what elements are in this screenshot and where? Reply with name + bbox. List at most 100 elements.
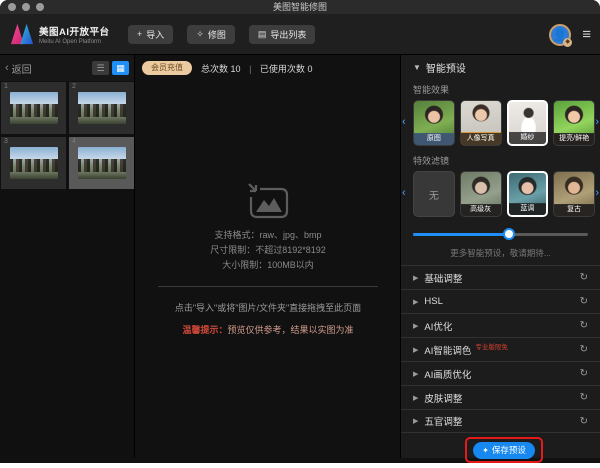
smart-presets-header[interactable]: ▼ 智能预设 — [401, 55, 600, 79]
brand-name: 美图AI开放平台 — [39, 26, 110, 38]
section-basic-adjust[interactable]: ▶ 基础调整 ↻ — [401, 265, 600, 289]
adjustment-sections: ▶ 基础调整 ↻ ▶ HSL ↻ ▶ AI优化 ↻ ▶ AI智能调色 专业版限免… — [401, 265, 600, 433]
filter-label: 复古 — [554, 204, 595, 216]
filters-label: 特效滤镜 — [413, 156, 450, 166]
screenshot-margin — [0, 463, 600, 468]
smart-effects-label: 智能效果 — [413, 85, 450, 95]
photo-thumbnail-1[interactable]: 1 — [1, 82, 66, 134]
total-count-value: 10 — [230, 63, 241, 74]
filter-retro[interactable]: 复古 — [553, 171, 596, 217]
warm-tip: 温馨提示：预览仅供参考，结果以实图为准 — [136, 323, 400, 336]
plus-icon: + — [137, 29, 143, 39]
member-recharge-button[interactable]: 会员充值 — [142, 61, 192, 75]
supported-formats-text: 支持格式：raw、jpg、bmp — [214, 230, 322, 240]
effect-brighten-vivid[interactable]: 提亮/鲜艳 — [553, 100, 596, 146]
caret-down-icon: ▼ — [413, 62, 421, 72]
retouch-button-label: 修图 — [207, 29, 226, 40]
total-count-label: 总次数 — [201, 63, 229, 74]
section-facial-features[interactable]: ▶ 五官调整 ↻ — [401, 409, 600, 433]
grid-view-button[interactable]: ▦ — [112, 61, 129, 75]
effect-portrait[interactable]: 人像写真 — [459, 100, 502, 146]
user-avatar[interactable]: 👤 ◆ — [549, 23, 573, 47]
meitu-logo-icon — [10, 23, 34, 45]
main-area: 会员充值 总次数 10 | 已使用次数 0 支持格式：raw、jpg、bmp 尺… — [136, 55, 400, 458]
effect-original[interactable]: 原图 — [413, 100, 455, 146]
more-presets-text: 更多智能预设，敬请期待... — [450, 248, 551, 258]
used-count-label: 已使用次数 — [259, 63, 305, 74]
section-label: 皮肤调整 — [424, 393, 463, 405]
window-title: 美图智能修图 — [272, 2, 327, 12]
photo-thumbnail-2[interactable]: 2 — [69, 82, 134, 134]
reset-icon[interactable]: ↻ — [580, 272, 588, 283]
reset-icon[interactable]: ↻ — [580, 344, 588, 355]
carousel-left-icon[interactable]: ‹ — [402, 187, 406, 199]
back-label: 返回 — [11, 64, 32, 76]
document-list-icon: ▤ — [257, 28, 267, 39]
caret-right-icon: ▶ — [413, 370, 419, 378]
filter-label: 蓝调 — [508, 203, 547, 215]
carousel-right-icon[interactable]: › — [595, 116, 599, 128]
annotation-highlight-box: ✦ 保存预设 — [465, 437, 543, 463]
export-list-button[interactable]: ▤ 导出列表 — [248, 24, 316, 44]
section-label: AI画质优化 — [424, 369, 472, 381]
group-photo-preview — [77, 92, 126, 124]
dropzone[interactable]: 支持格式：raw、jpg、bmp 尺寸限制：不超过8192*8192 大小限制：… — [136, 181, 400, 336]
filters-carousel: ‹ 无 高级灰 蓝调 复古 › — [401, 171, 600, 221]
used-count-value: 0 — [307, 63, 313, 74]
section-ai-optimize[interactable]: ▶ AI优化 ↻ — [401, 313, 600, 337]
group-photo-preview — [9, 147, 58, 179]
save-preset-button[interactable]: ✦ 保存预设 — [473, 441, 535, 459]
effect-label: 人像写真 — [460, 133, 501, 145]
back-button[interactable]: ‹ 返回 — [5, 61, 32, 76]
carousel-left-icon[interactable]: ‹ — [402, 116, 406, 128]
sidebar-header: ‹ 返回 ☰ ▦ — [0, 55, 134, 81]
reset-icon[interactable]: ↻ — [580, 416, 588, 427]
filter-advanced-gray[interactable]: 高级灰 — [459, 171, 502, 217]
import-button[interactable]: + 导入 — [128, 24, 174, 44]
reset-icon[interactable]: ↻ — [580, 392, 588, 403]
brand: 美图AI开放平台 Meitu AI Open Platform — [10, 22, 128, 46]
reset-icon[interactable]: ↻ — [580, 320, 588, 331]
section-ai-color-grading[interactable]: ▶ AI智能调色 专业版限免 ↻ — [401, 337, 600, 361]
caret-right-icon: ▶ — [413, 394, 419, 402]
group-photo-preview — [77, 147, 126, 179]
section-label: AI智能调色 — [424, 345, 472, 357]
view-toggles: ☰ ▦ — [92, 61, 129, 75]
photo-thumbnail-4-selected[interactable]: 4 — [69, 137, 134, 189]
smart-presets-title: 智能预设 — [425, 63, 466, 75]
star-icon: ✦ — [482, 445, 489, 455]
filter-label: 高级灰 — [460, 204, 501, 216]
retouch-button[interactable]: ✧ 修图 — [187, 24, 235, 44]
tip-label: 温馨提示： — [182, 325, 228, 335]
section-ai-quality[interactable]: ▶ AI画质优化 ↻ — [401, 361, 600, 385]
effect-wedding-selected[interactable]: 婚纱 — [506, 100, 549, 146]
pro-free-badge: 专业版限免 — [475, 343, 508, 351]
usage-bar: 会员充值 总次数 10 | 已使用次数 0 — [136, 55, 400, 81]
filter-intensity-slider[interactable] — [413, 225, 588, 243]
section-label: AI优化 — [424, 321, 453, 333]
section-label: 五官调整 — [424, 417, 463, 428]
caret-right-icon: ▶ — [413, 418, 419, 425]
section-label: 基础调整 — [424, 273, 463, 285]
usage-divider: | — [249, 63, 252, 74]
reset-icon[interactable]: ↻ — [580, 368, 588, 379]
carousel-right-icon[interactable]: › — [595, 187, 599, 199]
caret-right-icon: ▶ — [413, 298, 419, 306]
filter-none[interactable]: 无 — [413, 171, 455, 217]
dimension-limit-text: 尺寸限制：不超过8192*8192 — [210, 245, 326, 255]
filter-blue-tone-selected[interactable]: 蓝调 — [506, 171, 549, 217]
effect-label: 原图 — [414, 133, 454, 145]
reset-icon[interactable]: ↻ — [580, 296, 588, 307]
caret-right-icon: ▶ — [413, 346, 419, 354]
section-skin-adjust[interactable]: ▶ 皮肤调整 ↻ — [401, 385, 600, 409]
menu-icon[interactable]: ≡ — [582, 26, 591, 43]
list-view-button[interactable]: ☰ — [92, 61, 109, 75]
vip-badge-icon: ◆ — [563, 37, 573, 47]
filter-slider-fill — [413, 233, 510, 236]
divider — [158, 286, 378, 287]
section-hsl[interactable]: ▶ HSL ↻ — [401, 289, 600, 313]
filter-slider-handle[interactable] — [503, 228, 516, 240]
save-area: ✦ 保存预设 — [401, 436, 600, 463]
effects-carousel: ‹ 原图 人像写真 婚纱 提亮/鲜艳 › — [401, 100, 600, 150]
photo-thumbnail-3[interactable]: 3 — [1, 137, 66, 189]
